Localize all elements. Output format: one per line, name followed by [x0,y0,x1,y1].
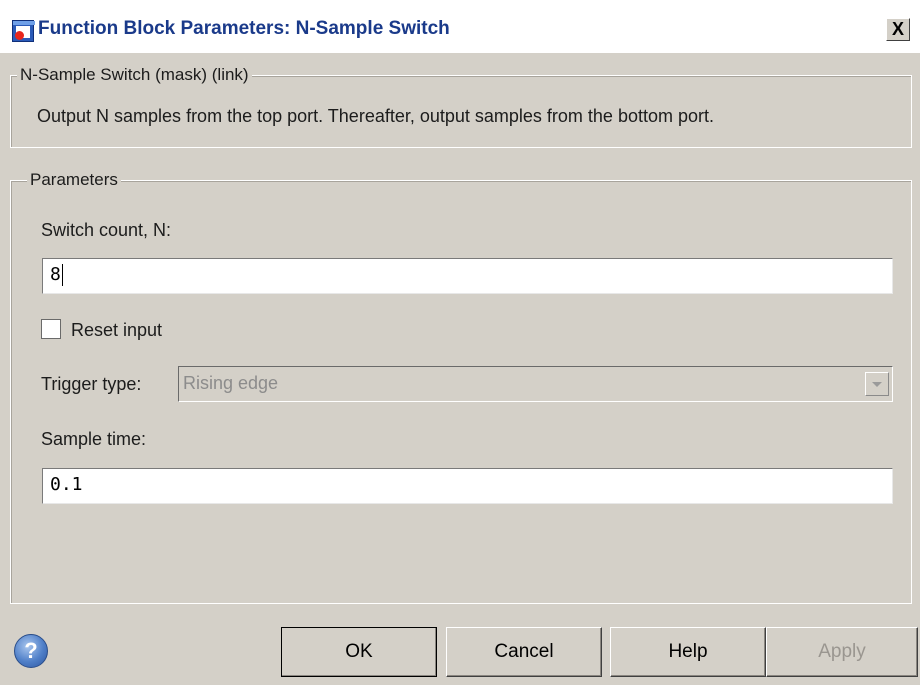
close-button[interactable]: X [886,18,910,41]
ok-button[interactable]: OK [281,627,437,677]
apply-button[interactable]: Apply [766,627,918,677]
window-title: Function Block Parameters: N-Sample Swit… [38,18,450,39]
block-description: Output N samples from the top port. Ther… [37,106,714,126]
reset-input-label[interactable]: Reset input [71,320,162,341]
cancel-button[interactable]: Cancel [446,627,602,677]
sample-time-input[interactable]: 0.1 [42,468,893,504]
dialog-window: Function Block Parameters: N-Sample Swit… [0,0,920,685]
title-bar[interactable]: Function Block Parameters: N-Sample Swit… [0,0,920,53]
text-caret [61,264,63,286]
chevron-down-icon[interactable] [865,372,889,396]
question-circle-icon[interactable]: ? [14,634,48,668]
simulink-block-icon [12,20,35,42]
description-group-legend: N-Sample Switch (mask) (link) [17,65,252,85]
switch-count-value: 8 [50,264,61,285]
switch-count-input[interactable]: 8 [42,258,893,294]
trigger-type-select[interactable]: Rising edge [178,366,893,402]
help-button[interactable]: Help [610,627,766,677]
trigger-type-value: Rising edge [183,373,279,393]
trigger-type-label: Trigger type: [41,374,142,394]
sample-time-label: Sample time: [41,429,147,449]
reset-input-checkbox[interactable] [41,319,61,339]
parameters-group-legend: Parameters [27,170,121,190]
switch-count-label: Switch count, N: [41,220,172,240]
sample-time-value: 0.1 [50,474,83,495]
